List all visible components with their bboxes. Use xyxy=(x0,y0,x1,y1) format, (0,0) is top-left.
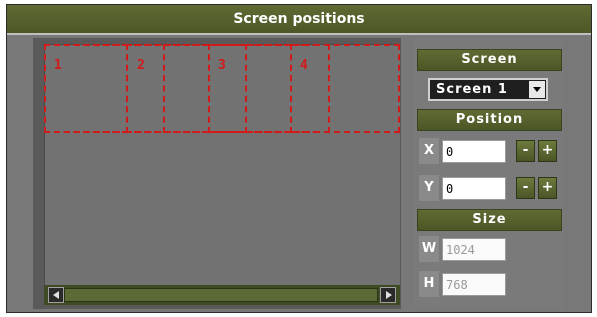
screen-select[interactable]: Screen 1 xyxy=(428,78,548,101)
h-label: H xyxy=(419,271,439,297)
screen-1-label: 1 xyxy=(54,58,62,73)
screen-3-label: 3 xyxy=(218,58,226,73)
size-heading: Size xyxy=(417,209,562,231)
y-input[interactable] xyxy=(442,177,506,200)
position-heading: Position xyxy=(417,109,562,131)
window-title: Screen positions xyxy=(7,5,591,35)
x-increment-button[interactable]: + xyxy=(538,140,557,162)
screen-4-rect[interactable] xyxy=(290,44,330,133)
y-decrement-button[interactable]: - xyxy=(516,177,535,199)
x-decrement-button[interactable]: - xyxy=(516,140,535,162)
screen-select-value: Screen 1 xyxy=(436,82,508,97)
y-label: Y xyxy=(419,175,439,201)
x-input[interactable] xyxy=(442,140,506,163)
horizontal-scrollbar[interactable] xyxy=(44,285,400,305)
screen-4-label: 4 xyxy=(300,58,308,73)
height-input xyxy=(442,273,506,296)
chevron-down-icon[interactable] xyxy=(529,81,545,98)
scrollbar-thumb[interactable] xyxy=(64,288,378,302)
width-input xyxy=(442,238,506,261)
arrow-left-icon[interactable] xyxy=(48,287,64,303)
screen-heading: Screen xyxy=(417,49,562,71)
x-label: X xyxy=(419,138,439,164)
screen-2-label: 2 xyxy=(137,58,145,73)
y-increment-button[interactable]: + xyxy=(538,177,557,199)
arrow-right-icon[interactable] xyxy=(380,287,396,303)
w-label: W xyxy=(419,236,439,262)
